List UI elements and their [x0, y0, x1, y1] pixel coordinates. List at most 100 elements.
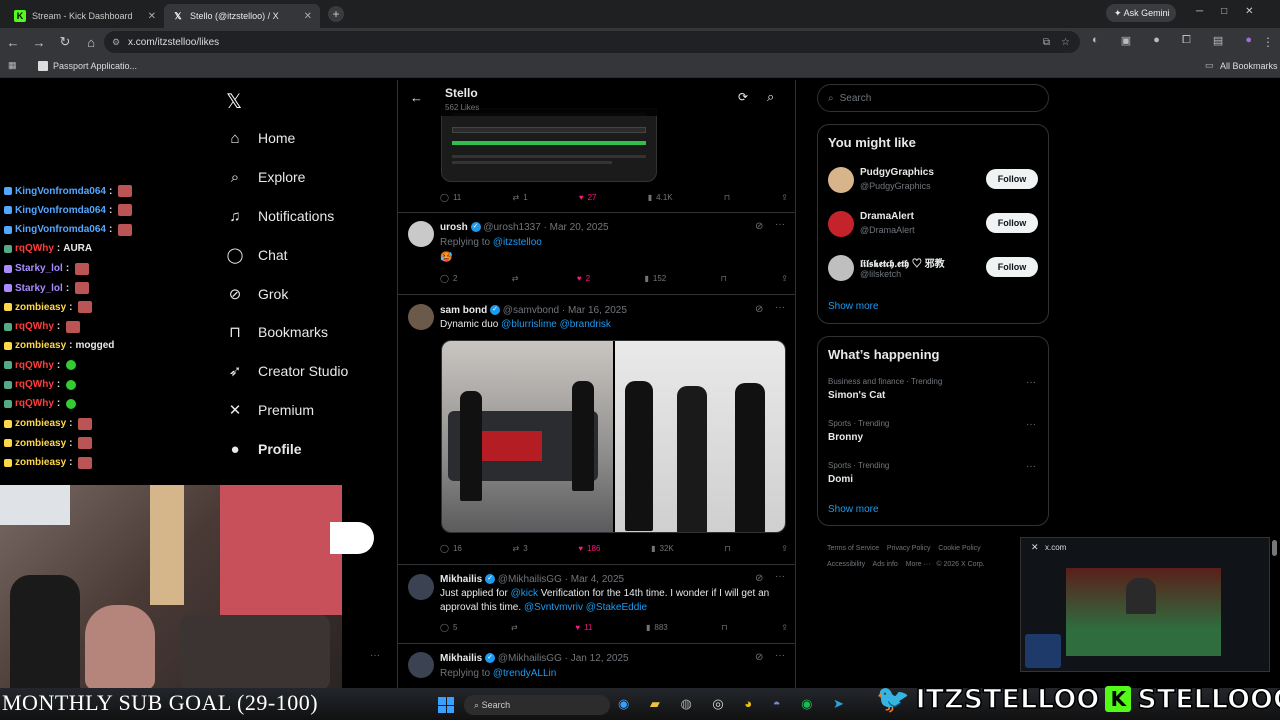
- like-button[interactable]: ♥ 27: [579, 193, 597, 202]
- retweet-button[interactable]: ⇄ 1: [512, 193, 527, 202]
- trend-item[interactable]: Sports · Trending Domi ···: [818, 461, 1048, 497]
- x-logo-icon[interactable]: 𝕏: [226, 89, 242, 114]
- extensions-area[interactable]: ◐ ▣ ● ⧠ ▤ ●: [1092, 34, 1252, 47]
- show-more-link[interactable]: Show more: [828, 301, 879, 312]
- post-button-partial[interactable]: [330, 522, 374, 554]
- grok-icon[interactable]: ⊘: [755, 652, 763, 663]
- file-explorer-icon[interactable]: ▰: [650, 696, 660, 712]
- suggestion-row[interactable]: DramaAlert @DramaAlert Follow: [818, 209, 1048, 249]
- mention-link[interactable]: @StakeEddie: [586, 602, 647, 613]
- steam-icon[interactable]: ◍: [680, 696, 691, 712]
- avatar[interactable]: [828, 167, 854, 193]
- chat-username[interactable]: rqQWhy: [15, 360, 54, 371]
- chat-username[interactable]: zombieasy: [15, 457, 66, 468]
- obs-icon[interactable]: ◎: [712, 696, 723, 712]
- author-name[interactable]: Mikhailis: [440, 574, 482, 585]
- chat-username[interactable]: KingVonfromda064: [15, 186, 106, 197]
- follow-button[interactable]: Follow: [986, 169, 1038, 189]
- share-icon[interactable]: ⇪: [781, 274, 788, 283]
- follow-button[interactable]: Follow: [986, 213, 1038, 233]
- tweet-image[interactable]: [441, 108, 657, 182]
- nav-item-bookmarks[interactable]: ⊓ Bookmarks: [226, 323, 328, 341]
- url-input[interactable]: ⚙ x.com/itzstelloo/likes ⧉ ☆: [104, 31, 1080, 53]
- more-icon[interactable]: ···: [1026, 461, 1036, 472]
- chat-username[interactable]: Starky_lol: [15, 263, 63, 274]
- like-button[interactable]: ♥ 11: [575, 623, 592, 632]
- like-button[interactable]: ♥ 2: [577, 274, 590, 283]
- author-name[interactable]: Mikhailis: [440, 653, 482, 664]
- home-browser-icon[interactable]: ⌂: [78, 35, 104, 50]
- show-more-link[interactable]: Show more: [828, 504, 879, 515]
- views-button[interactable]: ▮ 4.1K: [648, 193, 673, 202]
- grok-icon[interactable]: ⊘: [755, 573, 763, 584]
- more-icon[interactable]: ···: [775, 302, 785, 313]
- chat-username[interactable]: zombieasy: [15, 302, 66, 313]
- chat-username[interactable]: rqQWhy: [15, 321, 54, 332]
- page-scrollbar[interactable]: [1272, 540, 1277, 556]
- suggestion-row[interactable]: PudgyGraphics @PudgyGraphics Follow: [818, 165, 1048, 205]
- all-bookmarks[interactable]: All Bookmarks: [1220, 61, 1278, 71]
- chat-username[interactable]: rqQWhy: [15, 243, 54, 254]
- follow-button[interactable]: Follow: [986, 257, 1038, 277]
- reply-button[interactable]: ◯ 2: [440, 274, 457, 283]
- sidepanel-icon[interactable]: ▤: [1213, 34, 1223, 47]
- author-name[interactable]: urosh: [440, 222, 468, 233]
- trend-item[interactable]: Sports · Trending Bronny ···: [818, 419, 1048, 455]
- views-button[interactable]: ▮ 883: [646, 623, 668, 632]
- grok-icon[interactable]: ⊘: [755, 304, 763, 315]
- window-controls[interactable]: ─□✕: [1196, 6, 1272, 17]
- nav-item-grok[interactable]: ⊘ Grok: [226, 285, 289, 303]
- nav-item-home[interactable]: ⌂ Home: [226, 129, 295, 147]
- ask-gemini-button[interactable]: ✦ Ask Gemini: [1106, 4, 1176, 22]
- close-tab-icon[interactable]: ✕: [148, 11, 156, 22]
- bookmark-star-icon[interactable]: ☆: [1061, 37, 1070, 48]
- footer-link[interactable]: Privacy Policy: [887, 545, 931, 552]
- chat-username[interactable]: KingVonfromda064: [15, 224, 106, 235]
- extension-icon[interactable]: ●: [1153, 34, 1160, 47]
- footer-link[interactable]: Cookie Policy: [938, 545, 980, 552]
- share-icon[interactable]: ⇪: [781, 623, 788, 632]
- share-icon[interactable]: ⇪: [781, 544, 788, 553]
- more-icon[interactable]: ···: [775, 650, 785, 661]
- views-button[interactable]: ▮ 32K: [651, 544, 674, 553]
- bookmark-button[interactable]: ⊓: [721, 274, 727, 283]
- discord-icon[interactable]: ◓: [773, 696, 781, 712]
- author-name[interactable]: sam bond: [440, 305, 487, 316]
- nav-item-premium[interactable]: ✕ Premium: [226, 401, 314, 419]
- chrome-icon[interactable]: ◕: [744, 696, 752, 712]
- footer-link[interactable]: More ···: [906, 561, 931, 568]
- suggestion-row[interactable]: 𝖑𝖎𝖑𝖘𝖐𝖊𝖙𝖈𝖍.𝖊𝖙𝖍 ♡ 邪教 @lilsketch Follow: [818, 253, 1048, 293]
- site-info-icon[interactable]: ⚙: [112, 37, 120, 48]
- taskbar-search[interactable]: ⌕ Search: [464, 695, 610, 715]
- tweet[interactable]: Mikhailis ✓ @MikhailisGG · Mar 4, 2025 ⊘…: [398, 565, 795, 644]
- tab-kick-dashboard[interactable]: K Stream - Kick Dashboard ✕: [6, 4, 164, 28]
- more-dots-icon[interactable]: ···: [370, 650, 380, 661]
- footer-link[interactable]: Terms of Service: [827, 545, 879, 552]
- grok-icon[interactable]: ⊘: [755, 221, 763, 232]
- chat-username[interactable]: rqQWhy: [15, 398, 54, 409]
- chat-username[interactable]: zombieasy: [15, 418, 66, 429]
- tweet[interactable]: Mikhailis ✓ @MikhailisGG · Jan 12, 2025 …: [398, 644, 795, 688]
- suggestion-name[interactable]: 𝖑𝖎𝖑𝖘𝖐𝖊𝖙𝖈𝖍.𝖊𝖙𝖍 ♡ 邪教: [860, 255, 945, 270]
- retweet-button[interactable]: ⇄: [511, 623, 522, 632]
- share-icon[interactable]: ⇪: [781, 193, 788, 202]
- nav-item-creator-studio[interactable]: ➶ Creator Studio: [226, 362, 349, 380]
- bookmark-button[interactable]: ⊓: [724, 193, 730, 202]
- avatar[interactable]: [408, 652, 434, 678]
- back-icon[interactable]: ←: [0, 35, 26, 50]
- bookmark-button[interactable]: ⊓: [721, 623, 727, 632]
- mention-link[interactable]: @brandrisk: [560, 319, 611, 330]
- tweet[interactable]: sam bond ✓ @samvbond · Mar 16, 2025 ⊘ ··…: [398, 295, 795, 565]
- tab-x-profile[interactable]: 𝕏 Stello (@itzstelloo) / X ✕: [164, 4, 320, 28]
- nav-item-chat[interactable]: ◯ Chat: [226, 246, 288, 264]
- more-icon[interactable]: ···: [775, 571, 785, 582]
- suggestion-name[interactable]: PudgyGraphics: [860, 167, 934, 178]
- close-tab-icon[interactable]: ✕: [304, 11, 312, 22]
- forward-icon[interactable]: →: [26, 35, 52, 50]
- install-icon[interactable]: ⧉: [1043, 37, 1050, 48]
- picture-in-picture-window[interactable]: ✕ x.com: [1020, 537, 1270, 672]
- windows-start-icon[interactable]: [438, 697, 454, 713]
- new-tab-button[interactable]: +: [328, 6, 344, 22]
- bookmark-passport[interactable]: Passport Applicatio...: [53, 61, 137, 71]
- views-button[interactable]: ▮ 152: [644, 274, 666, 283]
